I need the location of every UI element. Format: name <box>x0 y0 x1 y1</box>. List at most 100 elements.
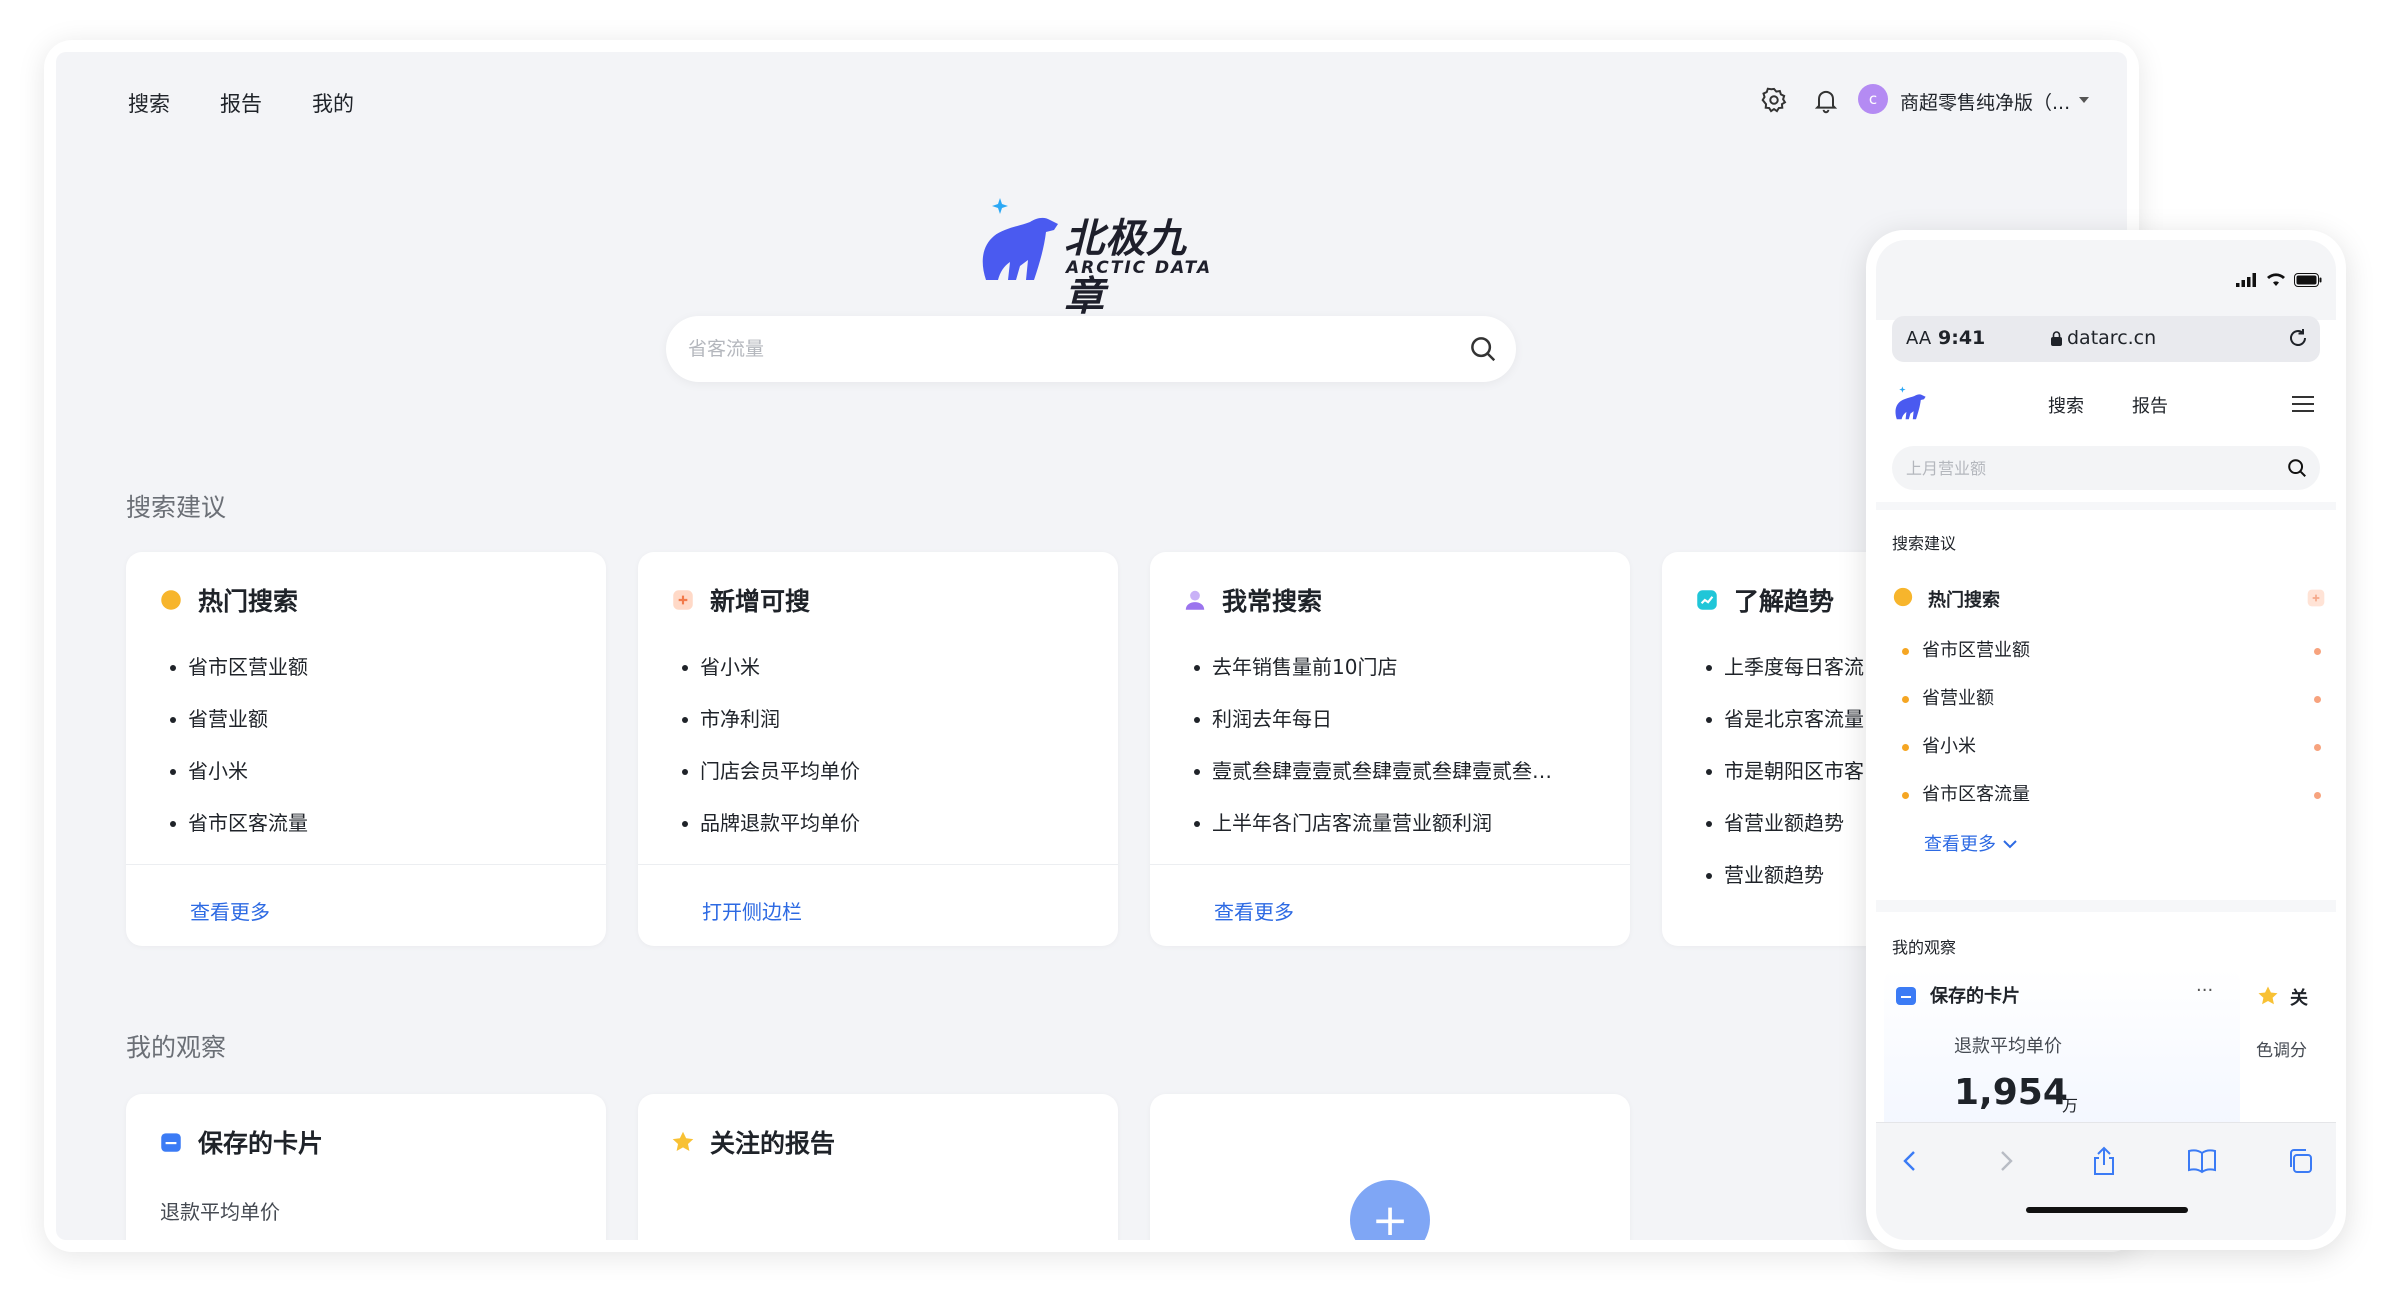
list-item[interactable]: 省市区客流量 <box>170 808 308 860</box>
list-item[interactable]: 壹贰叁肆壹壹贰叁肆壹贰叁肆壹贰叁… <box>1194 756 1552 808</box>
list-item[interactable]: 省小米 <box>682 652 860 704</box>
list-item[interactable]: 省营业额趋势 <box>1706 808 1864 860</box>
polar-bear-logo-icon <box>982 198 1058 280</box>
text-size-button[interactable]: AA <box>1906 328 1931 349</box>
frequent-search-card: 我常搜索 去年销售量前10门店 利润去年每日 壹贰叁肆壹壹贰叁肆壹贰叁肆壹贰叁…… <box>1150 552 1630 946</box>
add-button[interactable]: + <box>1350 1180 1430 1240</box>
search-input[interactable] <box>688 316 1448 382</box>
view-more-link[interactable]: 查看更多 <box>1924 830 2018 856</box>
plus-square-icon <box>2307 589 2325 607</box>
search-icon[interactable] <box>2286 457 2308 483</box>
star-icon <box>672 1131 694 1151</box>
card-title: 保存的卡片 <box>1930 986 2020 1007</box>
desktop-screen: 搜索 报告 我的 c 商超零售纯净版（... 北极九章 ARCTIC DATA <box>56 52 2127 1240</box>
brand-name-en: ARCTIC DATA <box>1066 258 1213 278</box>
card-title: 保存的卡片 <box>198 1129 324 1158</box>
gear-icon[interactable] <box>1756 82 1792 118</box>
followed-reports-title[interactable]: 关 <box>2290 984 2308 1010</box>
card-title: 我常搜索 <box>1222 587 1323 616</box>
bookmarks-icon[interactable] <box>2182 1141 2222 1181</box>
home-indicator <box>2026 1207 2188 1213</box>
list-item[interactable]: 省是北京客流量 <box>1706 704 1864 756</box>
top-nav: 搜索 报告 我的 c 商超零售纯净版（... <box>56 52 2127 162</box>
reload-icon[interactable] <box>2286 326 2310 354</box>
hot-search-card: 热门搜索 省市区营业额 省营业额 省小米 省市区客流量 查看更多 <box>126 552 606 946</box>
list-item[interactable]: 市净利润 <box>682 704 860 756</box>
add-card-slot: + <box>1150 1094 1630 1240</box>
list-item[interactable]: 省市区营业额 <box>1922 636 2030 662</box>
signal-icon <box>2236 273 2256 287</box>
list-item[interactable]: 省小米 <box>170 756 308 808</box>
saved-cards-card[interactable]: 保存的卡片 退款平均单价 <box>126 1094 606 1240</box>
avatar[interactable]: c <box>1858 84 1888 114</box>
mobile-content: 搜索建议 热门搜索 省市区营业额 省营业额 省小米 省市区客流量 查看更多 我的… <box>1876 502 2336 1148</box>
share-icon[interactable] <box>2084 1141 2124 1181</box>
suggestion-list: 省市区营业额 省营业额 省小米 省市区客流量 <box>170 652 308 860</box>
list-item[interactable]: 省市区营业额 <box>170 652 308 704</box>
nav-report[interactable]: 报告 <box>220 88 262 118</box>
list-item[interactable]: 上季度每日客流 <box>1706 652 1864 704</box>
nav-mine[interactable]: 我的 <box>312 88 354 118</box>
bell-icon[interactable] <box>1808 82 1844 118</box>
mobile-search-box <box>1892 446 2320 490</box>
suggestions-title: 搜索建议 <box>1892 534 1957 553</box>
card-title: 热门搜索 <box>198 587 299 616</box>
lock-icon <box>2051 331 2062 346</box>
nav-report[interactable]: 报告 <box>2132 392 2168 418</box>
suggestion-list: 上季度每日客流 省是北京客流量 市是朝阳区市客 省营业额趋势 营业额趋势 <box>1706 652 1864 912</box>
battery-icon <box>2294 273 2322 287</box>
back-icon[interactable] <box>1890 1141 1930 1181</box>
suggestion-list: 省小米 市净利润 门店会员平均单价 品牌退款平均单价 <box>682 652 860 860</box>
desktop-window: 搜索 报告 我的 c 商超零售纯净版（... 北极九章 ARCTIC DATA <box>44 40 2139 1252</box>
saved-cards-card[interactable]: 保存的卡片 ··· 退款平均单价 1,954 万 <box>1884 968 2240 1148</box>
mobile-screen: AA 9:41 datarc.cn 搜索 报告 上月营业额 搜索建议 热门搜索 … <box>1876 240 2336 1240</box>
list-item[interactable]: 利润去年每日 <box>1194 704 1552 756</box>
divider <box>1150 864 1630 865</box>
polar-bear-logo-icon[interactable] <box>1892 384 1928 424</box>
followed-reports-card[interactable]: 关注的报告 <box>638 1094 1118 1240</box>
folder-icon <box>161 1133 181 1152</box>
list-item[interactable]: 营业额趋势 <box>1706 860 1864 912</box>
list-item[interactable]: 省小米 <box>1922 732 1976 758</box>
divider <box>126 864 606 865</box>
status-bar <box>1876 240 2336 320</box>
observe-title: 我的观察 <box>126 1033 227 1062</box>
chevron-down-icon[interactable] <box>2079 97 2089 103</box>
mobile-observe-section: 我的观察 保存的卡片 ··· 退款平均单价 1,954 万 关 色调分 <box>1876 912 2336 1148</box>
url-text[interactable]: datarc.cn <box>2067 327 2156 349</box>
mobile-search-input[interactable] <box>1906 446 2266 490</box>
list-item[interactable]: 省营业额 <box>170 704 308 756</box>
user-icon <box>1185 590 1205 610</box>
divider <box>638 864 1118 865</box>
card-title: 了解趋势 <box>1734 587 1835 616</box>
more-icon[interactable]: ··· <box>2196 980 2213 1001</box>
mobile-device: AA 9:41 datarc.cn 搜索 报告 上月营业额 搜索建议 热门搜索 … <box>1866 230 2346 1250</box>
followed-report-subtitle: 色调分 <box>2256 1041 2307 1061</box>
list-item[interactable]: 品牌退款平均单价 <box>682 808 860 860</box>
hot-dot-icon <box>161 590 181 610</box>
list-item[interactable]: 市是朝阳区市客 <box>1706 756 1864 808</box>
open-sidebar-link[interactable]: 打开侧边栏 <box>702 896 802 925</box>
list-item[interactable]: 门店会员平均单价 <box>682 756 860 808</box>
brand-logo: 北极九章 ARCTIC DATA <box>974 192 1214 320</box>
search-icon[interactable] <box>1468 334 1498 368</box>
list-item[interactable]: 上半年各门店客流量营业额利润 <box>1194 808 1552 860</box>
metric-value: 1,954 <box>1954 1072 2068 1113</box>
org-selector[interactable]: 商超零售纯净版（... <box>1900 88 2070 115</box>
list-item[interactable]: 省营业额 <box>1922 684 1994 710</box>
nav-search[interactable]: 搜索 <box>128 88 170 118</box>
wifi-icon <box>2267 273 2285 286</box>
list-item[interactable]: 去年销售量前10门店 <box>1194 652 1552 704</box>
suggestion-list: 去年销售量前10门店 利润去年每日 壹贰叁肆壹壹贰叁肆壹贰叁肆壹贰叁… 上半年各… <box>1194 652 1552 860</box>
forward-icon[interactable] <box>1986 1141 2026 1181</box>
view-more-link[interactable]: 查看更多 <box>1214 896 1294 925</box>
view-more-link[interactable]: 查看更多 <box>190 896 270 925</box>
hot-dot-icon <box>1893 587 1913 607</box>
nav-search[interactable]: 搜索 <box>2048 392 2084 418</box>
tabs-icon[interactable] <box>2280 1141 2320 1181</box>
hamburger-menu-icon[interactable] <box>2290 394 2316 418</box>
address-bar[interactable]: AA 9:41 datarc.cn <box>1892 316 2320 362</box>
list-item[interactable]: 省市区客流量 <box>1922 780 2030 806</box>
new-searchable-card: 新增可搜 省小米 市净利润 门店会员平均单价 品牌退款平均单价 打开侧边栏 <box>638 552 1118 946</box>
search-box <box>666 316 1516 382</box>
